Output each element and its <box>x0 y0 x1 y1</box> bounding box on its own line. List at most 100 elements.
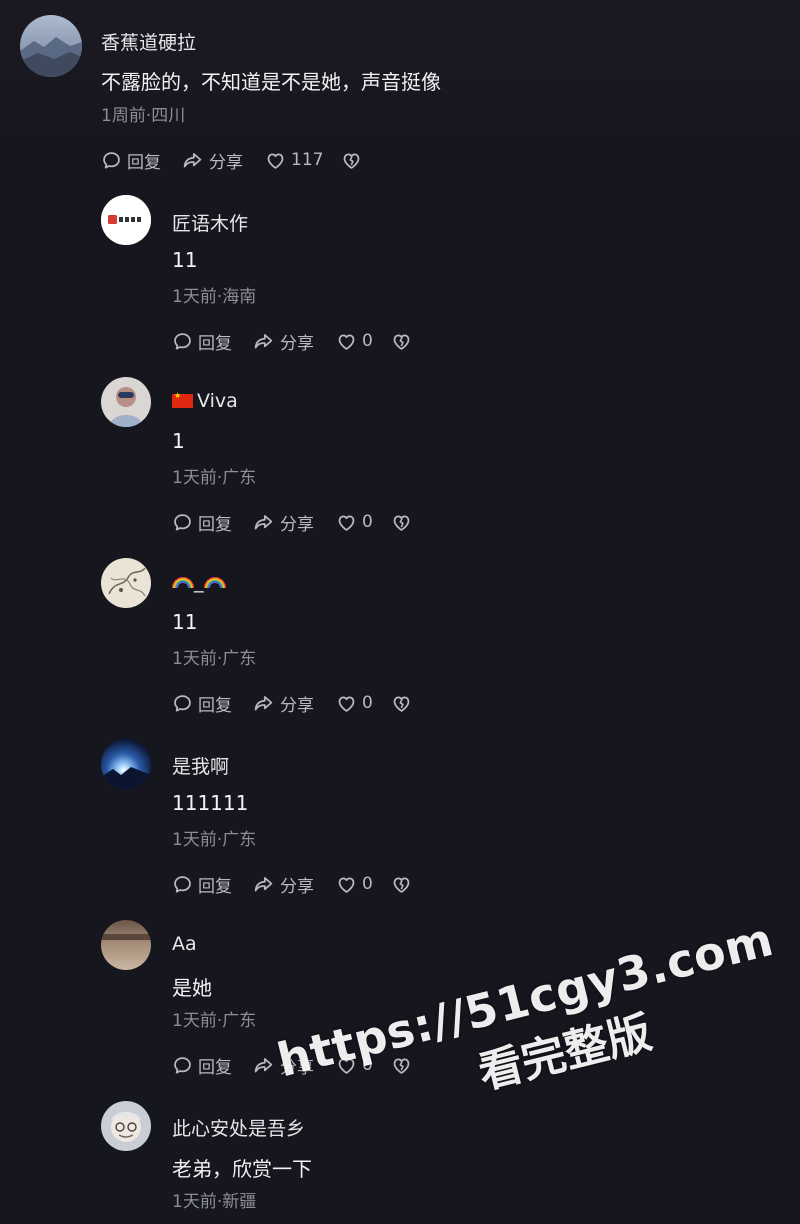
reply-button[interactable]: 回复 <box>172 691 232 716</box>
share-button[interactable]: 分享 <box>252 1053 314 1078</box>
share-button[interactable]: 分享 <box>252 329 314 354</box>
comment-meta: 1天前·广东 <box>172 830 257 850</box>
avatar[interactable] <box>101 377 151 427</box>
comment-bubble-icon <box>101 150 122 171</box>
reply-button[interactable]: 回复 <box>172 872 232 897</box>
heart-outline-icon <box>336 331 357 352</box>
reply-label: 回复 <box>127 152 161 173</box>
share-label: 分享 <box>280 333 314 354</box>
like-count: 117 <box>291 150 324 170</box>
comment-bubble-icon <box>172 1055 193 1076</box>
like-count: 0 <box>362 331 373 351</box>
reply-label: 回复 <box>198 333 232 354</box>
comment-actions: 回复 分享 0 <box>172 329 412 354</box>
comment-author[interactable]: 香蕉道硬拉 <box>101 28 196 55</box>
broken-heart-icon <box>391 512 412 533</box>
reply-label: 回复 <box>198 1057 232 1078</box>
comment-actions: 回复 分享 0 <box>172 691 412 716</box>
share-button[interactable]: 分享 <box>252 872 314 897</box>
share-arrow-icon <box>252 874 275 895</box>
share-label: 分享 <box>209 152 243 173</box>
share-arrow-icon <box>252 693 275 714</box>
avatar[interactable] <box>101 195 151 245</box>
reply-label: 回复 <box>198 695 232 716</box>
comment-author[interactable]: Aa <box>172 933 197 955</box>
like-button[interactable]: 0 <box>336 512 373 533</box>
comment-meta: 1周前·四川 <box>101 106 186 126</box>
like-count: 0 <box>362 874 373 894</box>
comment-text: 老弟，欣赏一下 <box>172 1157 312 1181</box>
comment-text: 111111 <box>172 791 249 815</box>
comment-author[interactable]: Viva <box>172 390 238 412</box>
share-label: 分享 <box>280 1057 314 1078</box>
like-count: 0 <box>362 693 373 713</box>
avatar[interactable] <box>101 920 151 970</box>
like-button[interactable]: 0 <box>336 874 373 895</box>
share-arrow-icon <box>181 150 204 171</box>
like-button[interactable]: 0 <box>336 331 373 352</box>
heart-outline-icon <box>336 693 357 714</box>
avatar[interactable] <box>101 1101 151 1151</box>
broken-heart-icon <box>391 331 412 352</box>
share-arrow-icon <box>252 1055 275 1076</box>
comment-actions: 回复 分享 0 <box>172 872 412 897</box>
comment-author[interactable]: 此心安处是吾乡 <box>172 1114 305 1141</box>
broken-heart-icon <box>391 693 412 714</box>
dislike-button[interactable] <box>391 1055 412 1076</box>
comment-meta: 1天前·广东 <box>172 649 257 669</box>
like-button[interactable]: 0 <box>336 693 373 714</box>
comment-text: 不露脸的，不知道是不是她，声音挺像 <box>101 70 441 94</box>
broken-heart-icon <box>341 150 362 171</box>
comment-meta: 1天前·广东 <box>172 468 257 488</box>
comment-author[interactable]: _ <box>172 571 226 593</box>
dislike-button[interactable] <box>341 150 362 171</box>
broken-heart-icon <box>391 1055 412 1076</box>
comment-bubble-icon <box>172 331 193 352</box>
comment-actions: 回复 分享 0 <box>172 510 412 535</box>
comment-author[interactable]: 匠语木作 <box>172 209 248 236</box>
comment-text: 11 <box>172 610 198 634</box>
avatar[interactable] <box>101 739 151 789</box>
comment-text: 1 <box>172 429 185 453</box>
comment-actions: 回复 分享 0 <box>172 1053 412 1078</box>
brand-logo-icon <box>101 195 151 245</box>
avatar[interactable] <box>101 558 151 608</box>
share-label: 分享 <box>280 514 314 535</box>
avatar[interactable] <box>20 15 82 77</box>
comment-meta: 1天前·广东 <box>172 1011 257 1031</box>
share-button[interactable]: 分享 <box>252 510 314 535</box>
heart-outline-icon <box>265 150 286 171</box>
heart-outline-icon <box>336 874 357 895</box>
author-name: Viva <box>197 390 238 412</box>
author-name: _ <box>194 571 204 593</box>
dislike-button[interactable] <box>391 331 412 352</box>
share-button[interactable]: 分享 <box>252 691 314 716</box>
like-button[interactable]: 0 <box>336 1055 373 1076</box>
reply-button[interactable]: 回复 <box>172 510 232 535</box>
like-count: 0 <box>362 1055 373 1075</box>
comment-meta: 1天前·新疆 <box>172 1192 257 1212</box>
reply-button[interactable]: 回复 <box>101 148 161 173</box>
share-button[interactable]: 分享 <box>181 148 243 173</box>
dislike-button[interactable] <box>391 512 412 533</box>
comment-text: 是她 <box>172 976 212 1000</box>
china-flag-icon <box>172 391 193 408</box>
page-background <box>0 0 800 1224</box>
share-label: 分享 <box>280 876 314 897</box>
rainbow-emoji-icon <box>203 575 226 588</box>
comment-actions: 回复 分享 117 <box>101 148 362 173</box>
comment-bubble-icon <box>172 512 193 533</box>
dislike-button[interactable] <box>391 874 412 895</box>
reply-label: 回复 <box>198 876 232 897</box>
share-arrow-icon <box>252 512 275 533</box>
broken-heart-icon <box>391 874 412 895</box>
comment-bubble-icon <box>172 693 193 714</box>
like-button[interactable]: 117 <box>265 150 323 171</box>
dislike-button[interactable] <box>391 693 412 714</box>
reply-button[interactable]: 回复 <box>172 329 232 354</box>
share-arrow-icon <box>252 331 275 352</box>
reply-button[interactable]: 回复 <box>172 1053 232 1078</box>
comment-bubble-icon <box>172 874 193 895</box>
comment-author[interactable]: 是我啊 <box>172 752 229 779</box>
share-label: 分享 <box>280 695 314 716</box>
